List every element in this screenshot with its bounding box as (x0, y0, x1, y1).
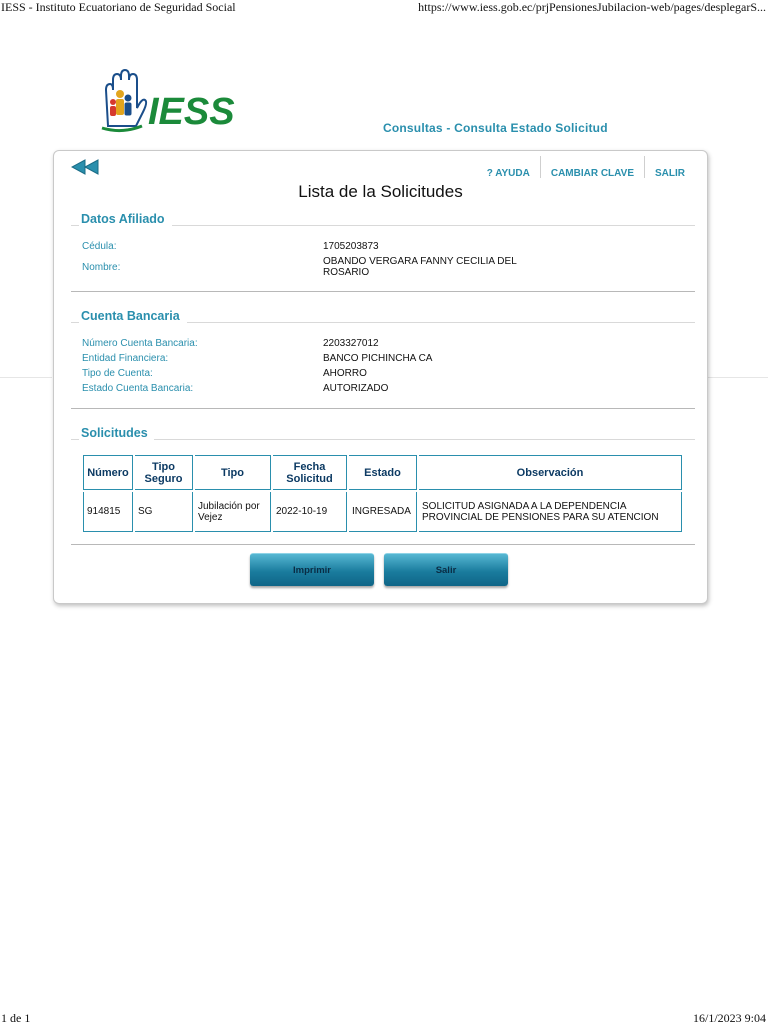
section-title-solicitudes: Solicitudes (81, 426, 152, 440)
column-header: Número (83, 455, 133, 490)
nombre-label: Nombre: (82, 262, 121, 273)
section-tick (71, 439, 79, 440)
change-password-link[interactable]: CAMBIAR CLAVE (541, 168, 644, 179)
section-title-cuenta: Cuenta Bancaria (81, 309, 184, 323)
entidad-label: Entidad Financiera: (82, 353, 169, 364)
top-links: ? AYUDA CAMBIAR CLAVE SALIR (477, 155, 695, 179)
section-tick (71, 225, 79, 226)
page-subtitle: Consultas - Consulta Estado Solicitud (383, 121, 608, 135)
column-header: Tipo (195, 455, 271, 490)
cedula-value: 1705203873 (323, 241, 379, 252)
logout-link[interactable]: SALIR (645, 168, 695, 179)
table-row: 914815 SG Jubilación por Vejez 2022-10-1… (83, 492, 682, 532)
estado-cuenta-label: Estado Cuenta Bancaria: (82, 383, 194, 394)
tipo-cuenta-value: AHORRO (323, 368, 367, 379)
numero-cuenta-label: Número Cuenta Bancaria: (82, 338, 198, 349)
page-edge-line-right (708, 377, 768, 378)
help-link[interactable]: ? AYUDA (477, 168, 540, 179)
table-cell-tipo-seguro: SG (135, 492, 193, 532)
table-header-row: Número Tipo Seguro Tipo Fecha Solicitud … (83, 455, 682, 490)
print-button[interactable]: Imprimir (250, 553, 374, 586)
tipo-cuenta-label: Tipo de Cuenta: (82, 368, 153, 379)
double-arrow-left-icon[interactable] (71, 159, 99, 175)
section-divider (71, 408, 695, 409)
print-header-url: https://www.iess.gob.ec/prjPensionesJubi… (418, 0, 766, 14)
table-cell-observacion: SOLICITUD ASIGNADA A LA DEPENDENCIA PROV… (419, 492, 682, 532)
entidad-value: BANCO PICHINCHA CA (323, 353, 433, 364)
nombre-value: OBANDO VERGARA FANNY CECILIA DEL ROSARIO (323, 256, 517, 278)
section-tick (71, 322, 79, 323)
column-header: Estado (349, 455, 417, 490)
numero-cuenta-value: 2203327012 (323, 338, 379, 349)
table-cell-numero: 914815 (83, 492, 133, 532)
main-panel: ? AYUDA CAMBIAR CLAVE SALIR Lista de la … (53, 150, 708, 604)
section-line (154, 439, 695, 440)
table-cell-estado: INGRESADA (349, 492, 417, 532)
column-header: Tipo Seguro (135, 455, 193, 490)
column-header: Fecha Solicitud (273, 455, 347, 490)
section-line (187, 322, 695, 323)
section-line (172, 225, 695, 226)
print-header-title: IESS - Instituto Ecuatoriano de Segurida… (1, 0, 236, 14)
logo-text: IESS (148, 91, 235, 133)
section-divider (71, 544, 695, 545)
column-header: Observación (419, 455, 682, 490)
iess-logo: IESS (101, 68, 235, 133)
table-cell-fecha: 2022-10-19 (273, 492, 347, 532)
page-title: Lista de la Solicitudes (298, 182, 463, 201)
page-edge-line-left (0, 377, 52, 378)
estado-cuenta-value: AUTORIZADO (323, 383, 389, 394)
exit-button[interactable]: Salir (384, 553, 508, 586)
section-title-afiliado: Datos Afiliado (81, 212, 169, 226)
table-cell-tipo: Jubilación por Vejez (195, 492, 271, 532)
cedula-label: Cédula: (82, 241, 117, 252)
solicitudes-table: Número Tipo Seguro Tipo Fecha Solicitud … (81, 453, 684, 534)
section-divider (71, 291, 695, 292)
